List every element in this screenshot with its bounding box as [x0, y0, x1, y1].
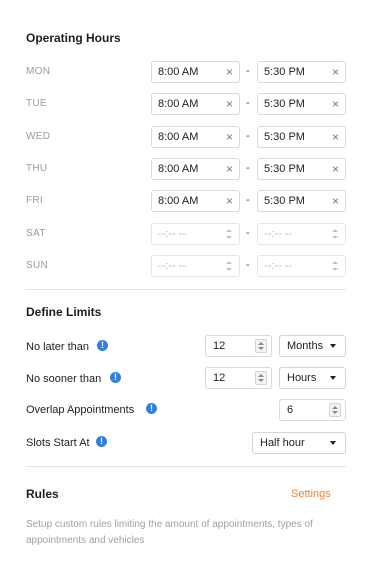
chevron-down-icon: [330, 376, 336, 380]
fri-close-time-input[interactable]: 5:30 PM ×: [257, 190, 346, 212]
clear-icon[interactable]: ×: [226, 62, 233, 82]
clear-icon[interactable]: ×: [332, 127, 339, 147]
spinner-icon[interactable]: [331, 261, 339, 271]
wed-open-time-input[interactable]: 8:00 AM ×: [151, 126, 240, 148]
slots-start-at-select[interactable]: Half hour: [252, 432, 346, 454]
no-sooner-than-value: 12: [213, 372, 226, 384]
time-range-separator: -: [246, 65, 250, 77]
define-limits-title: Define Limits: [26, 305, 102, 319]
clear-icon[interactable]: ×: [332, 94, 339, 114]
info-icon[interactable]: !: [110, 372, 121, 383]
rules-description: Setup custom rules limiting the amount o…: [26, 519, 313, 546]
operating-hours-title: Operating Hours: [26, 31, 121, 45]
mon-open-time-input[interactable]: 8:00 AM ×: [151, 61, 240, 83]
info-icon[interactable]: !: [97, 340, 108, 351]
rules-title: Rules: [26, 487, 59, 501]
thu-open-time-input[interactable]: 8:00 AM ×: [151, 158, 240, 180]
divider: [26, 289, 346, 290]
time-range-separator: -: [246, 227, 250, 239]
day-label-thu: THU: [26, 163, 48, 174]
clear-icon[interactable]: ×: [332, 159, 339, 179]
day-label-tue: TUE: [26, 98, 47, 109]
close-time-value: 5:30 PM: [264, 98, 305, 110]
open-time-value: 8:00 AM: [158, 195, 199, 207]
no-later-than-value: 12: [213, 340, 226, 352]
info-icon[interactable]: !: [96, 436, 107, 447]
sun-open-time-input[interactable]: --:-- --: [151, 255, 240, 277]
time-range-separator: -: [246, 259, 250, 271]
no-later-than-unit-value: Months: [287, 340, 324, 352]
day-label-sun: SUN: [26, 260, 49, 271]
divider: [26, 466, 346, 467]
clear-icon[interactable]: ×: [226, 159, 233, 179]
day-label-sat: SAT: [26, 228, 46, 239]
day-label-wed: WED: [26, 131, 51, 142]
clear-icon[interactable]: ×: [226, 127, 233, 147]
no-sooner-than-unit-value: Hours: [287, 372, 317, 384]
spinner-icon[interactable]: [225, 229, 233, 239]
close-time-value: 5:30 PM: [264, 131, 305, 143]
overlap-appointments-value: 6: [287, 404, 294, 416]
wed-close-time-input[interactable]: 5:30 PM ×: [257, 126, 346, 148]
clear-icon[interactable]: ×: [332, 191, 339, 211]
stepper-icon[interactable]: [255, 339, 267, 353]
tue-close-time-input[interactable]: 5:30 PM ×: [257, 93, 346, 115]
time-range-separator: -: [246, 97, 250, 109]
mon-close-time-input[interactable]: 5:30 PM ×: [257, 61, 346, 83]
settings-link[interactable]: Settings: [291, 488, 331, 500]
close-time-value: 5:30 PM: [264, 163, 305, 175]
stepper-icon[interactable]: [329, 403, 341, 417]
time-range-separator: -: [246, 162, 250, 174]
sat-open-time-input[interactable]: --:-- --: [151, 223, 240, 245]
no-sooner-than-label: No sooner than: [26, 373, 102, 385]
chevron-down-icon: [330, 344, 336, 348]
time-range-separator: -: [246, 130, 250, 142]
no-sooner-than-input[interactable]: 12: [205, 367, 272, 389]
close-time-value: --:-- --: [264, 260, 293, 272]
open-time-value: --:-- --: [158, 228, 187, 240]
close-time-value: --:-- --: [264, 228, 293, 240]
overlap-appointments-label: Overlap Appointments: [26, 404, 135, 416]
close-time-value: 5:30 PM: [264, 195, 305, 207]
open-time-value: 8:00 AM: [158, 98, 199, 110]
stepper-icon[interactable]: [255, 371, 267, 385]
day-label-mon: MON: [26, 66, 51, 77]
clear-icon[interactable]: ×: [226, 191, 233, 211]
clear-icon[interactable]: ×: [226, 94, 233, 114]
spinner-icon[interactable]: [225, 261, 233, 271]
day-label-fri: FRI: [26, 195, 44, 206]
open-time-value: 8:00 AM: [158, 131, 199, 143]
chevron-down-icon: [330, 441, 336, 445]
time-range-separator: -: [246, 194, 250, 206]
open-time-value: --:-- --: [158, 260, 187, 272]
open-time-value: 8:00 AM: [158, 163, 199, 175]
sat-close-time-input[interactable]: --:-- --: [257, 223, 346, 245]
clear-icon[interactable]: ×: [332, 62, 339, 82]
close-time-value: 5:30 PM: [264, 66, 305, 78]
no-later-than-unit-select[interactable]: Months: [279, 335, 346, 357]
slots-start-at-value: Half hour: [260, 437, 305, 449]
overlap-appointments-input[interactable]: 6: [279, 399, 346, 421]
no-sooner-than-unit-select[interactable]: Hours: [279, 367, 346, 389]
open-time-value: 8:00 AM: [158, 66, 199, 78]
slots-start-at-label: Slots Start At: [26, 437, 90, 449]
no-later-than-input[interactable]: 12: [205, 335, 272, 357]
info-icon[interactable]: !: [146, 403, 157, 414]
fri-open-time-input[interactable]: 8:00 AM ×: [151, 190, 240, 212]
thu-close-time-input[interactable]: 5:30 PM ×: [257, 158, 346, 180]
no-later-than-label: No later than: [26, 341, 89, 353]
tue-open-time-input[interactable]: 8:00 AM ×: [151, 93, 240, 115]
sun-close-time-input[interactable]: --:-- --: [257, 255, 346, 277]
spinner-icon[interactable]: [331, 229, 339, 239]
